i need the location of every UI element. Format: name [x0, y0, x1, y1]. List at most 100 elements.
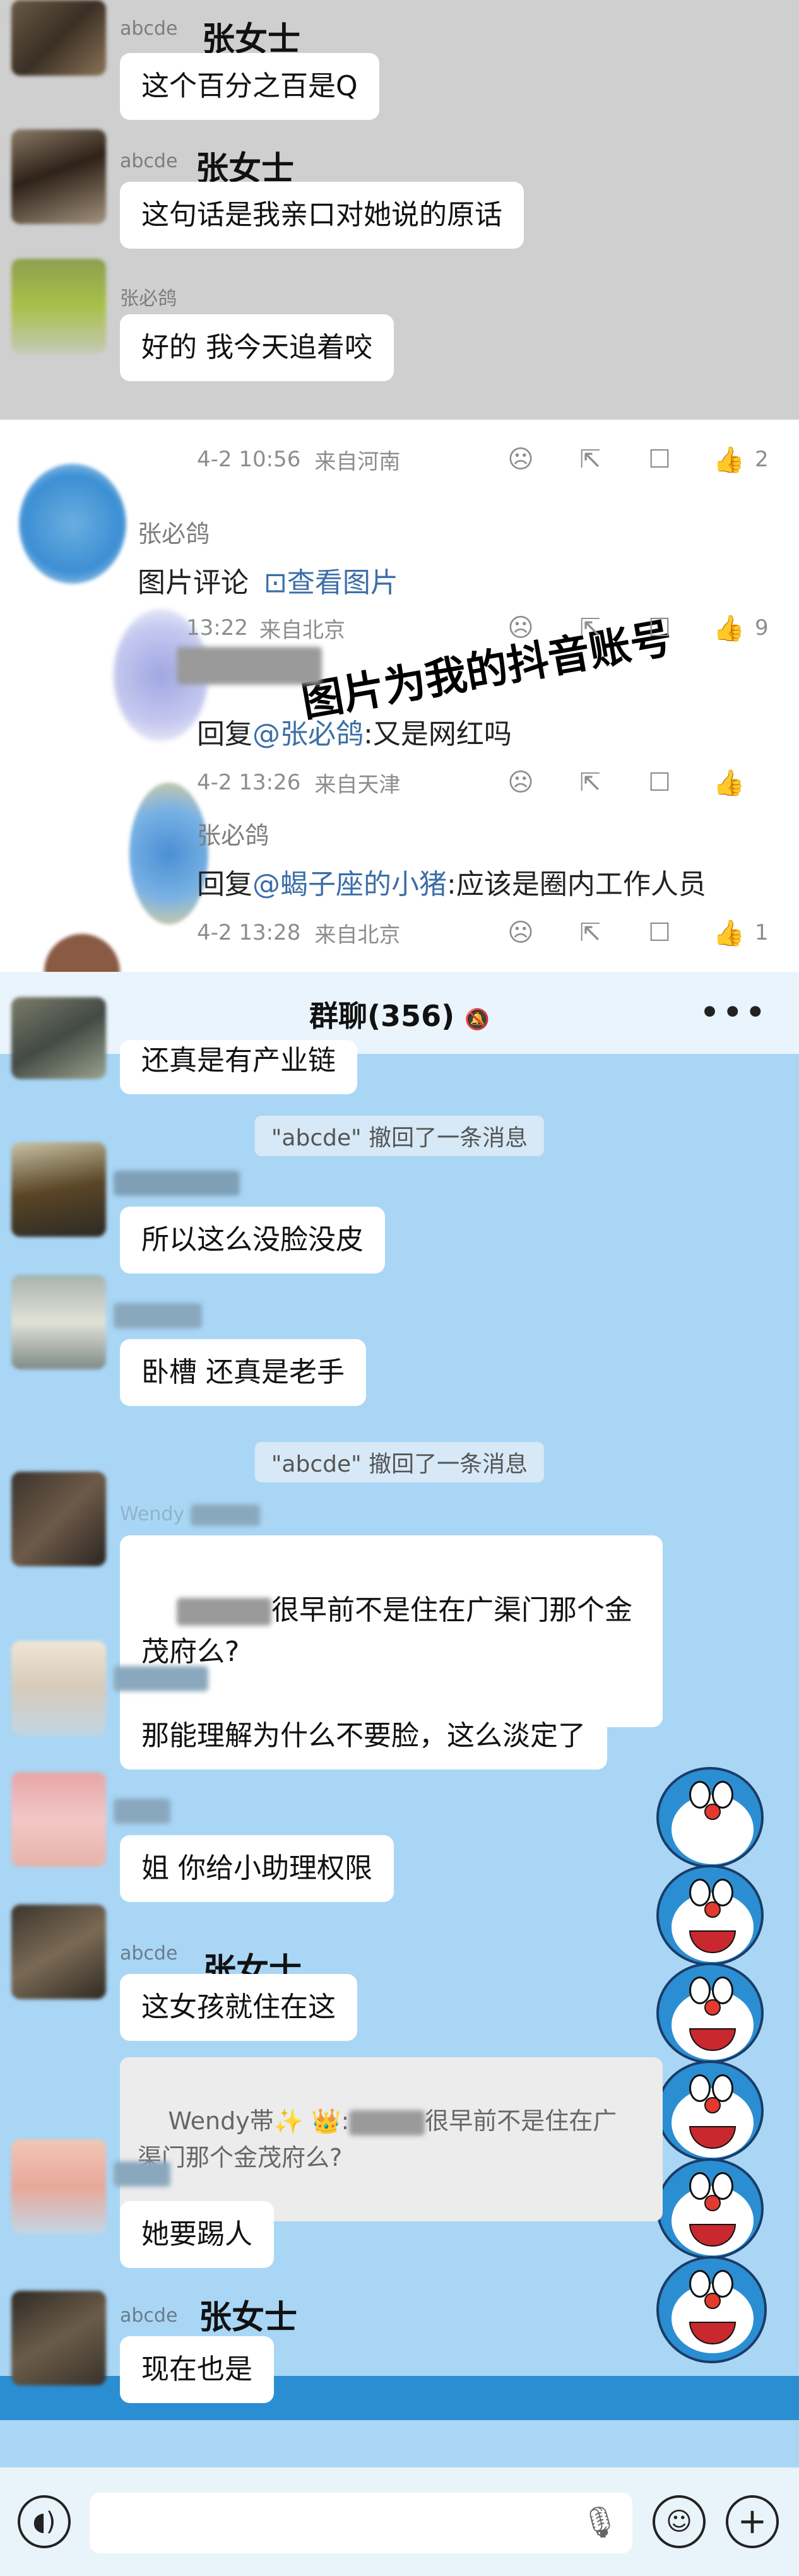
avatar[interactable]: [19, 464, 126, 584]
comment-meta-row: 4-2 10:56 来自河南 ☹ ⇱ ☐ 👍 2: [197, 437, 774, 482]
comment-location: 来自河南: [314, 449, 401, 475]
avatar[interactable]: [11, 1641, 106, 1735]
blurred-name: [114, 1666, 208, 1691]
share-icon[interactable]: ⇱: [568, 764, 612, 801]
message-bubble[interactable]: 这女孩就住在这: [120, 1974, 357, 2041]
sender-name: abcde: [120, 2305, 178, 2327]
like-count: 9: [755, 615, 769, 641]
comment-location: 来自天津: [314, 772, 401, 798]
comment-icon[interactable]: ☐: [637, 609, 682, 647]
like-icon[interactable]: 👍: [707, 764, 751, 801]
dislike-icon[interactable]: ☹: [499, 440, 543, 478]
avatar[interactable]: [44, 934, 120, 972]
doraemon-sticker: [656, 1865, 764, 1966]
avatar[interactable]: [11, 997, 106, 1079]
doraemon-sticker: [656, 2060, 764, 2161]
more-icon[interactable]: •••: [699, 991, 767, 1034]
blurred-name: [114, 1171, 240, 1196]
message-bubble[interactable]: 这句话是我亲口对她说的原话: [120, 182, 524, 249]
reply-text: 回复@蝎子座的小猪:应该是圈内工作人员: [197, 861, 706, 902]
comment-meta-row: 4-2 13:26 来自天津 ☹ ⇱ ☐ 👍: [197, 760, 774, 805]
reply-label: 回复: [197, 718, 252, 750]
commenter-name: 张必鸽: [197, 822, 269, 849]
message-bubble[interactable]: 姐 你给小助理权限: [120, 1835, 394, 1902]
like-count: 2: [755, 447, 769, 472]
mic-icon[interactable]: 🎙: [581, 2504, 619, 2540]
group-chat-screenshot: ‹ 群聊(356) 🔕 ••• 还真是有产业链 "abcde" 撤回了一条消息 …: [0, 972, 799, 2576]
voice-icon[interactable]: ◖): [18, 2495, 71, 2548]
avatar[interactable]: [11, 1275, 106, 1369]
chat-input-bar: ◖) 🎙 ☺ +: [0, 2467, 799, 2576]
message-bubble[interactable]: 这个百分之百是Q: [120, 53, 379, 120]
comment-icon[interactable]: ☐: [637, 764, 682, 801]
plus-icon[interactable]: +: [726, 2495, 779, 2548]
reply-label: 回复: [197, 868, 252, 901]
avatar[interactable]: [11, 1772, 106, 1867]
comment-meta-row: 13:22 来自北京 ☹ ⇱ ☐ 👍 9: [186, 606, 774, 650]
dislike-icon[interactable]: ☹: [499, 764, 543, 801]
recall-notice: "abcde" 撤回了一条消息: [254, 1442, 545, 1482]
commenter-name: 张必鸽: [138, 520, 210, 548]
sender-name: abcde: [120, 18, 178, 40]
group-title-text: 群聊(356): [309, 999, 455, 1033]
avatar[interactable]: [11, 1472, 106, 1566]
comment-text: 图片评论 ⊡查看图片: [138, 560, 398, 600]
emoji-icon[interactable]: ☺: [653, 2495, 706, 2548]
avatar[interactable]: [11, 2291, 106, 2385]
reply-body: :又是网红吗: [364, 718, 512, 750]
avatar[interactable]: [11, 129, 106, 224]
sender-name: 张必鸽: [120, 288, 177, 310]
doraemon-sticker: [656, 1767, 764, 1868]
like-count: 1: [755, 920, 769, 945]
like-icon[interactable]: 👍: [707, 609, 751, 647]
message-bubble[interactable]: 她要踢人: [120, 2201, 274, 2268]
message-bubble[interactable]: 那能理解为什么不要脸，这么淡定了: [120, 1703, 607, 1770]
avatar[interactable]: [11, 0, 106, 76]
like-icon[interactable]: 👍: [707, 440, 751, 478]
comment-location: 来自北京: [314, 922, 401, 948]
share-icon[interactable]: ⇱: [568, 609, 612, 647]
doraemon-sticker: [656, 2158, 764, 2259]
comment-icon[interactable]: ☐: [637, 914, 682, 952]
share-icon[interactable]: ⇱: [568, 440, 612, 478]
group-title: 群聊(356) 🔕: [0, 993, 799, 1035]
avatar[interactable]: [11, 1142, 106, 1237]
comment-location: 来自北京: [259, 617, 345, 643]
message-bubble[interactable]: 很早前不是住在广渠门那个金 茂府么?: [120, 1535, 663, 1727]
comment-meta-row: 4-2 13:28 来自北京 ☹ ⇱ ☐ 👍 1: [197, 911, 774, 955]
message-bubble[interactable]: 卧槽 还真是老手: [120, 1339, 366, 1406]
sender-name: abcde: [120, 1942, 178, 1964]
avatar[interactable]: [11, 259, 106, 353]
blurred-name: [177, 647, 322, 685]
message-input[interactable]: [90, 2493, 632, 2553]
image-icon: ⊡: [264, 567, 287, 599]
blurred-name: [114, 1799, 170, 1824]
comment-time: 13:22: [186, 615, 248, 641]
mention-link[interactable]: @蝎子座的小猪: [252, 868, 447, 901]
like-icon[interactable]: 👍: [707, 914, 751, 952]
avatar[interactable]: [11, 2139, 106, 2234]
comment-icon[interactable]: ☐: [637, 440, 682, 478]
reply-body: :应该是圈内工作人员: [447, 868, 706, 901]
dislike-icon[interactable]: ☹: [499, 914, 543, 952]
comment-time: 4-2 10:56: [197, 447, 301, 472]
dislike-icon[interactable]: ☹: [499, 609, 543, 647]
mute-bell-icon: 🔕: [465, 1007, 490, 1031]
message-bubble[interactable]: 还真是有产业链: [120, 1040, 357, 1094]
blurred-name: [114, 1303, 202, 1328]
comments-screenshot: 4-2 10:56 来自河南 ☹ ⇱ ☐ 👍 2 张必鸽 图片评论 ⊡查看图片 …: [0, 420, 799, 972]
view-image-link[interactable]: 查看图片: [287, 567, 398, 599]
message-bubble[interactable]: 所以这么没脸没皮: [120, 1207, 385, 1273]
sender-name: abcde: [120, 150, 178, 172]
avatar[interactable]: [11, 1905, 106, 1999]
quote-sender: Wendy帯✨ 👑:: [168, 2107, 350, 2135]
message-bubble[interactable]: 现在也是: [120, 2336, 274, 2403]
blurred-mention: [349, 2110, 425, 2136]
avatar[interactable]: [129, 783, 208, 925]
sender-name: Wendy: [120, 1503, 260, 1526]
share-icon[interactable]: ⇱: [568, 914, 612, 952]
message-bubble[interactable]: 好的 我今天追着咬: [120, 314, 394, 381]
mention-link[interactable]: @张必鸽: [252, 718, 364, 750]
annotation-name: 张女士: [199, 2299, 298, 2337]
quoted-message[interactable]: Wendy帯✨ 👑: 很早前不是住在广 渠门那个金茂府么?: [120, 2057, 663, 2221]
